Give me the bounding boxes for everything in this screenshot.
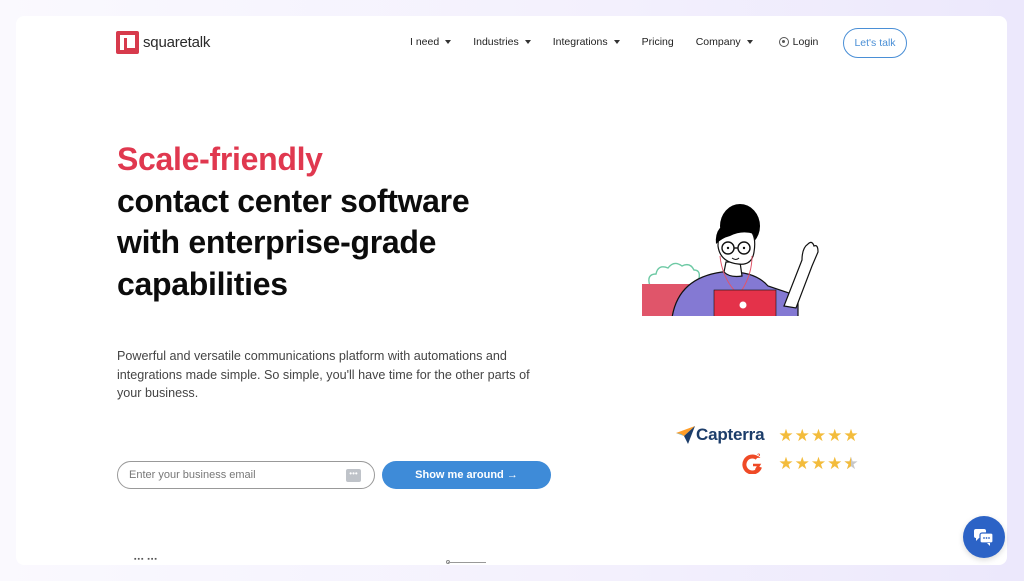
login-label: Login bbox=[792, 36, 819, 48]
capterra-stars: ★ ★ ★ ★ ★ bbox=[778, 427, 859, 444]
page-card: squaretalk I need Industries Integration… bbox=[16, 16, 1007, 565]
hero-title: Scale-friendly contact center software w… bbox=[117, 139, 470, 305]
logo[interactable]: squaretalk bbox=[116, 31, 210, 54]
caret-down-icon bbox=[445, 40, 452, 44]
star-icon: ★ bbox=[794, 425, 810, 445]
caret-down-icon bbox=[746, 40, 753, 44]
login-link[interactable]: Login bbox=[778, 36, 819, 48]
star-icon: ★ bbox=[810, 425, 827, 445]
g2-brand[interactable]: 2 bbox=[742, 452, 764, 474]
chat-widget-button[interactable] bbox=[963, 516, 1005, 558]
email-field-wrapper: ••• bbox=[117, 461, 375, 489]
svg-text:2: 2 bbox=[757, 454, 761, 460]
nav-label: Company bbox=[695, 36, 741, 48]
half-star-icon: ★ bbox=[843, 455, 858, 472]
star-icon: ★ bbox=[827, 425, 843, 445]
hero-title-line: contact center software bbox=[117, 182, 470, 219]
main-nav: I need Industries Integrations Pricing C… bbox=[410, 36, 818, 48]
caret-down-icon bbox=[613, 40, 620, 44]
hero-title-line: with enterprise-grade bbox=[117, 224, 437, 260]
nav-label: I need bbox=[410, 36, 440, 48]
nav-item-i-need[interactable]: I need bbox=[410, 36, 452, 48]
capterra-logo-icon bbox=[676, 426, 695, 444]
email-input[interactable] bbox=[129, 469, 339, 481]
hero-title-line: capabilities bbox=[117, 265, 288, 302]
logo-text: squaretalk bbox=[143, 34, 211, 51]
star-icon: ★ bbox=[778, 425, 794, 445]
show-me-around-button[interactable]: Show me around → bbox=[382, 461, 551, 489]
autofill-dots-icon[interactable]: ••• bbox=[346, 469, 361, 482]
star-icon: ★ bbox=[794, 453, 810, 473]
nav-item-pricing[interactable]: Pricing bbox=[642, 36, 674, 48]
rating-row-capterra: Capterra ★ ★ ★ ★ ★ bbox=[676, 421, 860, 449]
partner-logo-bar bbox=[448, 562, 486, 563]
hero-description: Powerful and versatile communications pl… bbox=[117, 349, 530, 400]
capterra-brand[interactable]: Capterra bbox=[676, 425, 765, 445]
nav-label: Pricing bbox=[641, 36, 674, 48]
chat-bubbles-icon bbox=[974, 529, 994, 546]
hero-illustration bbox=[642, 204, 819, 316]
nav-item-company[interactable]: Company bbox=[696, 36, 753, 48]
ratings-panel: Capterra ★ ★ ★ ★ ★ 2 ★ ★ ★ ★ ★ ★ bbox=[676, 421, 860, 477]
capterra-label: Capterra bbox=[696, 425, 765, 444]
rating-row-g2: 2 ★ ★ ★ ★ ★ bbox=[676, 449, 860, 477]
g2-stars: ★ ★ ★ ★ ★ bbox=[778, 455, 859, 472]
star-icon: ★ bbox=[810, 453, 827, 473]
nav-label: Integrations bbox=[552, 36, 608, 48]
hero-title-accent: Scale-friendly bbox=[117, 141, 323, 177]
nav-item-integrations[interactable]: Integrations bbox=[553, 36, 620, 48]
star-icon: ★ bbox=[843, 425, 859, 445]
nav-label: Industries bbox=[473, 36, 519, 48]
star-icon: ★ bbox=[827, 453, 843, 473]
caret-down-icon bbox=[524, 40, 531, 44]
star-icon: ★ bbox=[778, 453, 794, 473]
nav-item-industries[interactable]: Industries bbox=[473, 36, 531, 48]
user-icon bbox=[778, 37, 789, 47]
partner-logos-strip: ▪▪▪ ▪▪▪ bbox=[134, 556, 158, 563]
lets-talk-button[interactable]: Let's talk bbox=[843, 28, 907, 58]
squaretalk-logo-icon bbox=[116, 31, 139, 54]
g2-logo-icon: 2 bbox=[742, 454, 763, 474]
woman-illustration bbox=[671, 204, 819, 316]
